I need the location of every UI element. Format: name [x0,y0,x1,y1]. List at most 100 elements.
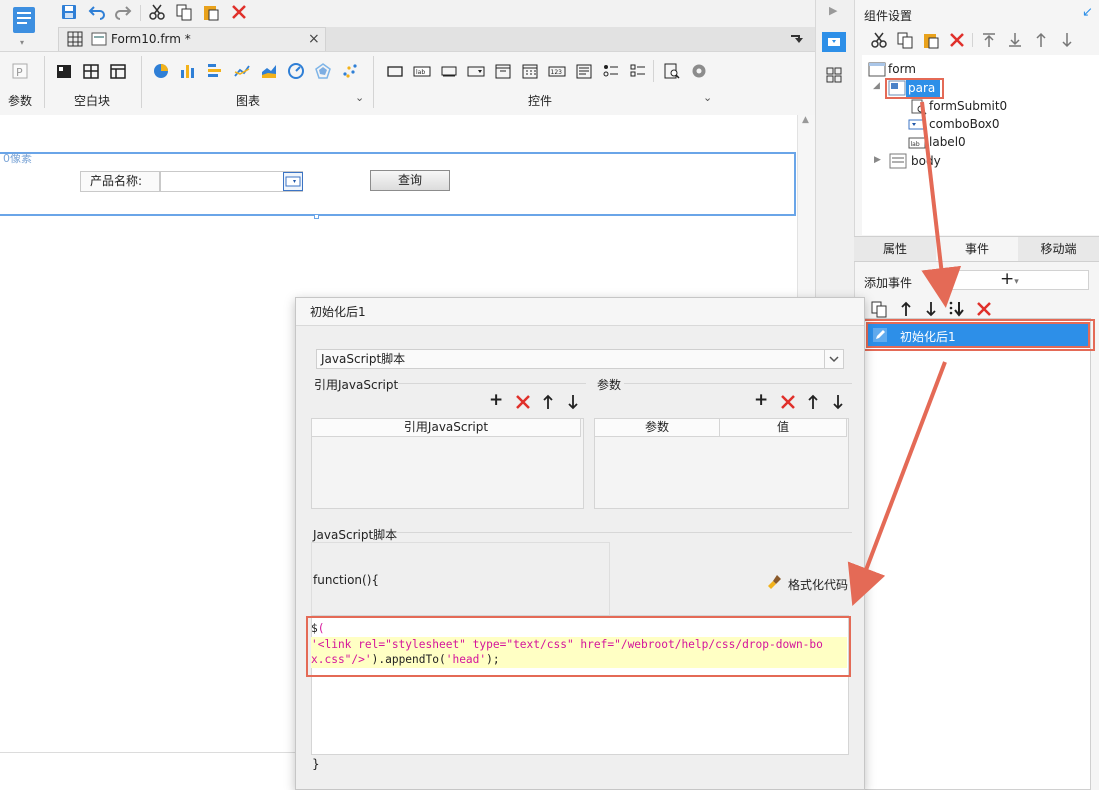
copy-icon[interactable] [175,3,193,21]
tree-delete-icon[interactable] [948,31,966,49]
tree-expand-para-icon[interactable]: ◢ [873,81,880,91]
move-bottom-icon[interactable] [1006,31,1024,49]
tree-expand-body-icon[interactable]: ▶ [874,155,881,165]
scatter-chart-icon[interactable] [341,62,359,80]
radar-chart-icon[interactable] [314,62,332,80]
save-icon[interactable] [60,3,78,21]
collapse-arrow-icon[interactable]: ▶ [829,4,837,17]
param-add-icon[interactable]: + [754,391,768,409]
gauge-chart-icon[interactable] [287,62,305,80]
number-widget-icon[interactable]: 123 [548,62,566,80]
tree-node-formsubmit0[interactable]: formSubmit0 [929,99,1007,113]
svg-text:lab: lab [416,69,425,76]
form-submit-node-icon [910,98,928,116]
svg-text:123: 123 [551,69,563,76]
textarea-widget-icon[interactable] [575,62,593,80]
tree-node-body[interactable]: body [911,154,941,168]
param-up-icon[interactable] [804,393,822,411]
select-chevron-down-icon[interactable] [824,350,843,368]
format-code-broom-icon[interactable] [767,574,783,590]
event-expand-all-icon[interactable] [948,300,966,318]
grid-layout-icon[interactable] [66,30,84,48]
close-tab-icon[interactable]: × [308,31,320,47]
tree-copy-icon[interactable] [896,31,914,49]
delete-icon[interactable] [230,3,248,21]
product-name-label[interactable]: 产品名称: [80,171,160,192]
format-code-button[interactable]: 格式化代码 [788,576,848,593]
tab-menu-icon[interactable] [788,30,806,48]
event-up-icon[interactable] [897,300,915,318]
parameter-icon[interactable]: P [11,62,29,80]
panel-collapse-icon[interactable]: ↙ [1082,5,1093,20]
event-delete-icon[interactable] [975,300,993,318]
tree-paste-icon[interactable] [922,31,940,49]
combo-node-icon [908,116,926,134]
cut-icon[interactable] [148,3,166,21]
button-widget-icon[interactable] [386,62,404,80]
line-chart-icon[interactable] [233,62,251,80]
resize-handle[interactable] [314,214,319,219]
move-down-icon[interactable] [1058,31,1076,49]
app-menu-chevron-icon[interactable]: ▾ [20,38,24,47]
param-down-icon[interactable] [829,393,847,411]
bar-chart-icon[interactable] [179,62,197,80]
widgets-expand-chevron-icon[interactable]: ⌄ [703,91,712,104]
event-list-item[interactable]: 初始化后1 [866,322,1090,348]
tree-cut-icon[interactable] [870,31,888,49]
add-event-label: 添加事件 [864,276,913,290]
script-type-select[interactable]: JavaScript脚本 [316,349,844,369]
ref-js-delete-icon[interactable] [514,393,532,411]
ref-js-up-icon[interactable] [539,393,557,411]
ref-js-down-icon[interactable] [564,393,582,411]
query-button[interactable]: 查询 [370,170,450,191]
code-highlight-box [306,616,851,677]
param-delete-icon[interactable] [779,393,797,411]
app-template-icon[interactable] [12,6,36,34]
paste-icon[interactable] [202,3,220,21]
layout-panel-icon[interactable] [825,66,843,84]
tab-block-icon[interactable] [82,62,100,80]
tree-node-label0[interactable]: label0 [929,135,966,149]
pie-chart-icon[interactable] [152,62,170,80]
horizontal-bar-icon[interactable] [206,62,224,80]
radio-group-widget-icon[interactable] [602,62,620,80]
event-list [862,318,1091,790]
undo-icon[interactable] [88,3,106,21]
tree-node-form[interactable]: form [888,62,916,76]
text-field-widget-icon[interactable] [440,62,458,80]
ref-js-add-icon[interactable]: + [489,391,503,409]
tree-node-para[interactable]: para [906,80,940,97]
widget-ribbon [0,51,815,115]
add-event-plus-icon[interactable]: +▾ [1000,269,1019,292]
edit-pencil-icon[interactable] [872,327,888,343]
param-column-header: 参数 [595,419,720,437]
move-top-icon[interactable] [980,31,998,49]
absolute-block-icon[interactable] [55,62,73,80]
tab-properties[interactable]: 属性 [855,237,935,261]
file-tab-title: Form10.frm * [111,32,191,46]
date-widget-icon[interactable] [494,62,512,80]
calendar-widget-icon[interactable] [521,62,539,80]
layout-block-icon[interactable] [109,62,127,80]
combo-dropdown-icon[interactable] [283,172,303,191]
redo-icon[interactable] [114,3,132,21]
charts-expand-chevron-icon[interactable]: ⌄ [355,91,364,104]
svg-text:P: P [16,66,23,79]
product-combo-box[interactable] [160,171,303,192]
tab-mobile[interactable]: 移动端 [1018,237,1099,261]
combo-widget-icon[interactable] [467,62,485,80]
event-copy-icon[interactable] [870,300,888,318]
area-chart-icon[interactable] [260,62,278,80]
event-down-icon[interactable] [922,300,940,318]
settings-gear-icon[interactable] [690,62,708,80]
label-widget-icon[interactable]: lab [413,62,431,80]
svg-text:lab: lab [911,141,920,148]
checkbox-group-widget-icon[interactable] [629,62,647,80]
tree-node-combobox0[interactable]: comboBox0 [929,117,1000,131]
tab-events[interactable]: 事件 [936,237,1018,261]
search-widget-icon[interactable] [663,62,681,80]
move-up-icon[interactable] [1032,31,1050,49]
widget-settings-toggle-icon[interactable] [822,32,846,52]
ref-js-column-header: 引用JavaScript [312,419,581,437]
form-node-icon [868,61,886,79]
